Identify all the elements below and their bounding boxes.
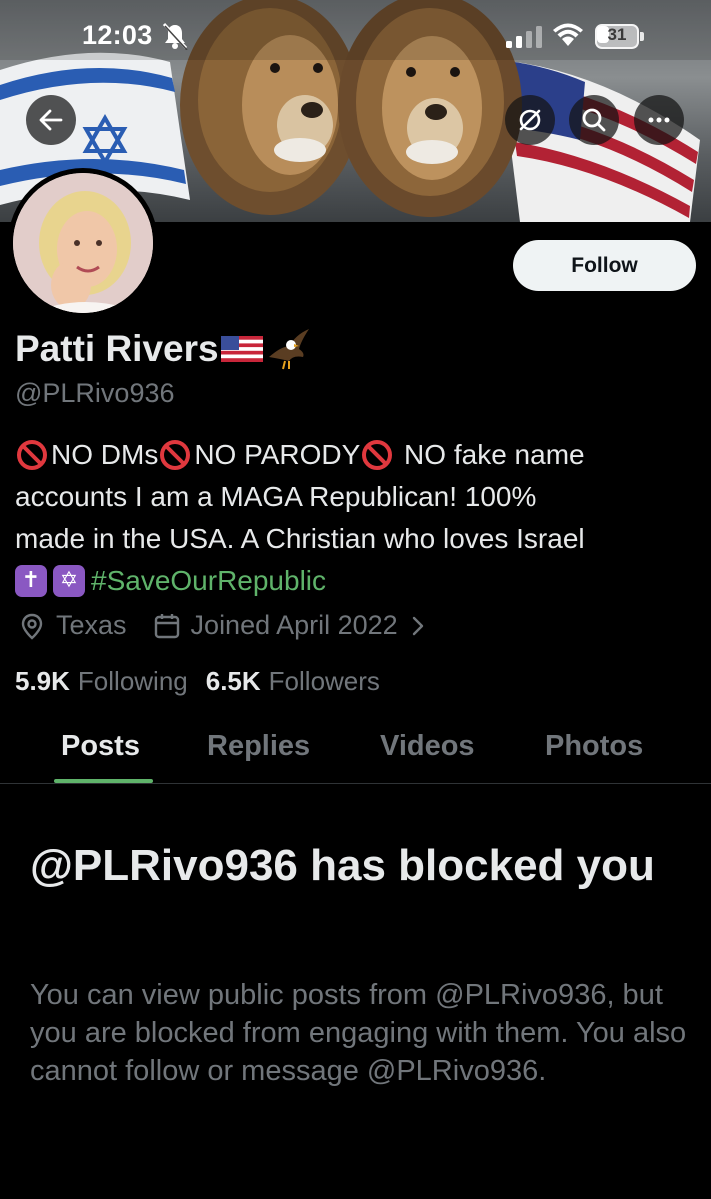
location: Texas <box>56 610 127 640</box>
chevron-right-icon[interactable] <box>410 615 426 637</box>
search-icon <box>582 108 606 132</box>
display-name: Patti Rivers <box>15 328 219 369</box>
more-button[interactable] <box>634 95 684 145</box>
calendar-icon <box>154 613 179 638</box>
bio-text-no-fake: NO fake name <box>396 439 585 470</box>
joined-date[interactable]: Joined April 2022 <box>191 610 398 641</box>
follow-stats: 5.9K Following 6.5K Followers <box>15 666 398 697</box>
tab-posts[interactable]: Posts <box>61 730 140 763</box>
followers-count[interactable]: 6.5K <box>206 666 261 697</box>
profile-meta: Texas Joined April 2022 <box>18 610 426 641</box>
handle: @PLRivo936 <box>15 378 175 408</box>
battery-indicator: 31 <box>595 24 645 49</box>
bio-line-4: ✝ ✡ #SaveOurRepublic <box>15 560 705 602</box>
tab-replies[interactable]: Replies <box>207 730 310 763</box>
blocked-title: @PLRivo936 has blocked you <box>30 841 655 890</box>
hashtag-link[interactable]: #SaveOurRepublic <box>91 560 326 602</box>
bio-line-2: accounts I am a MAGA Republican! 100% <box>15 481 537 512</box>
us-flag-emoji-icon <box>220 336 263 362</box>
prohibited-icon <box>17 440 47 470</box>
avatar-photo <box>13 173 153 313</box>
back-button[interactable] <box>26 95 76 145</box>
location-pin-icon <box>21 613 43 640</box>
back-arrow-icon <box>39 109 63 131</box>
followers-label[interactable]: Followers <box>269 666 380 697</box>
display-name-row: Patti Rivers <box>15 327 311 371</box>
status-time: 12:03 <box>82 20 153 50</box>
prohibited-icon <box>362 440 393 470</box>
tab-videos[interactable]: Videos <box>380 730 475 763</box>
bio: NO DMs NO PARODY NO fake name accounts I… <box>15 434 705 602</box>
bio-text-no-dms: NO DMs <box>51 439 159 470</box>
more-icon <box>648 117 670 123</box>
tab-photos[interactable]: Photos <box>545 730 643 763</box>
bell-off-icon <box>162 22 188 50</box>
eagle-emoji-icon <box>268 329 309 370</box>
battery-level: 31 <box>607 25 627 44</box>
wifi-icon <box>553 23 583 46</box>
search-button[interactable] <box>569 95 619 145</box>
signal-icon <box>506 26 542 48</box>
following-label[interactable]: Following <box>78 666 188 697</box>
bio-line-3: made in the USA. A Christian who loves I… <box>15 523 585 554</box>
star-of-david-emoji-icon: ✡ <box>53 565 85 597</box>
profile-tabs: Posts Replies Videos Photos <box>0 716 711 783</box>
avatar[interactable] <box>8 168 158 318</box>
latin-cross-emoji-icon: ✝ <box>15 565 47 597</box>
bio-text-no-parody: NO PARODY <box>194 439 361 470</box>
follow-button[interactable]: Follow <box>513 240 696 291</box>
grok-button[interactable] <box>505 95 555 145</box>
tabs-divider <box>0 783 711 784</box>
following-count[interactable]: 5.9K <box>15 666 70 697</box>
prohibited-icon <box>160 440 191 470</box>
blocked-body: You can view public posts from @PLRivo93… <box>30 979 687 1087</box>
bio-line-1: NO DMs NO PARODY NO fake name <box>15 434 705 476</box>
grok-icon <box>519 109 541 131</box>
